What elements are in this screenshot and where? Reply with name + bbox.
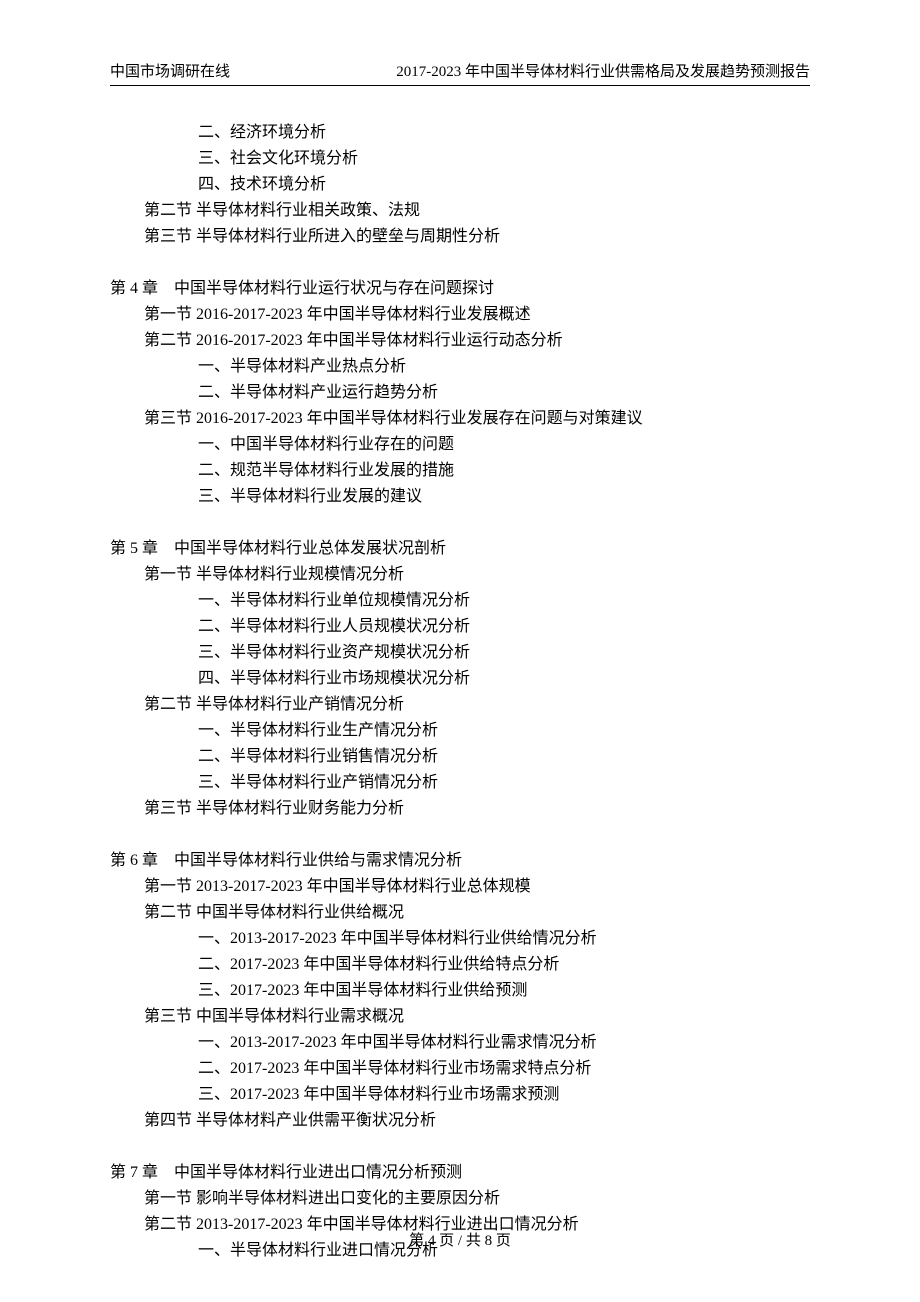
toc-line: 一、半导体材料产业热点分析 (110, 354, 810, 380)
footer-prefix: 第 (409, 1233, 424, 1249)
toc-line: 一、半导体材料行业单位规模情况分析 (110, 588, 810, 614)
toc-line: 四、半导体材料行业市场规模状况分析 (110, 666, 810, 692)
toc-line: 三、2017-2023 年中国半导体材料行业供给预测 (110, 978, 810, 1004)
toc-line: 第三节 中国半导体材料行业需求概况 (110, 1004, 810, 1030)
toc-line: 第三节 半导体材料行业财务能力分析 (110, 796, 810, 822)
toc-line: 第一节 影响半导体材料进出口变化的主要原因分析 (110, 1186, 810, 1212)
footer-total: 8 (485, 1233, 493, 1249)
toc-line: 一、2013-2017-2023 年中国半导体材料行业需求情况分析 (110, 1030, 810, 1056)
toc-line: 二、半导体材料行业销售情况分析 (110, 744, 810, 770)
footer-mid: 页 / 共 (439, 1233, 481, 1249)
toc-line: 第三节 2016-2017-2023 年中国半导体材料行业发展存在问题与对策建议 (110, 406, 810, 432)
toc-line: 三、2017-2023 年中国半导体材料行业市场需求预测 (110, 1082, 810, 1108)
toc-line: 四、技术环境分析 (110, 172, 810, 198)
page-footer: 第 4 页 / 共 8 页 (0, 1229, 920, 1250)
footer-suffix: 页 (496, 1233, 511, 1249)
toc-line: 第二节 半导体材料行业相关政策、法规 (110, 198, 810, 224)
toc-line: 三、社会文化环境分析 (110, 146, 810, 172)
footer-page-num: 4 (428, 1233, 436, 1249)
toc-line: 三、半导体材料行业产销情况分析 (110, 770, 810, 796)
toc-line: 第三节 半导体材料行业所进入的壁垒与周期性分析 (110, 224, 810, 250)
blank-line (110, 510, 810, 536)
toc-line: 第一节 2013-2017-2023 年中国半导体材料行业总体规模 (110, 874, 810, 900)
toc-line: 第二节 2016-2017-2023 年中国半导体材料行业运行动态分析 (110, 328, 810, 354)
toc-line: 二、2017-2023 年中国半导体材料行业市场需求特点分析 (110, 1056, 810, 1082)
toc-line: 第一节 半导体材料行业规模情况分析 (110, 562, 810, 588)
toc-line: 一、半导体材料行业生产情况分析 (110, 718, 810, 744)
toc-line: 第二节 中国半导体材料行业供给概况 (110, 900, 810, 926)
blank-line (110, 250, 810, 276)
toc-line: 第 5 章 中国半导体材料行业总体发展状况剖析 (110, 536, 810, 562)
page-header: 中国市场调研在线 2017-2023 年中国半导体材料行业供需格局及发展趋势预测… (110, 60, 810, 86)
toc-line: 第二节 半导体材料行业产销情况分析 (110, 692, 810, 718)
toc-line: 三、半导体材料行业资产规模状况分析 (110, 640, 810, 666)
toc-line: 一、2013-2017-2023 年中国半导体材料行业供给情况分析 (110, 926, 810, 952)
toc-line: 三、半导体材料行业发展的建议 (110, 484, 810, 510)
blank-line (110, 822, 810, 848)
blank-line (110, 1134, 810, 1160)
toc-line: 第一节 2016-2017-2023 年中国半导体材料行业发展概述 (110, 302, 810, 328)
toc-line: 二、半导体材料产业运行趋势分析 (110, 380, 810, 406)
toc-line: 第四节 半导体材料产业供需平衡状况分析 (110, 1108, 810, 1134)
toc-content: 二、经济环境分析三、社会文化环境分析四、技术环境分析第二节 半导体材料行业相关政… (110, 120, 810, 1264)
toc-line: 二、半导体材料行业人员规模状况分析 (110, 614, 810, 640)
header-left: 中国市场调研在线 (110, 60, 230, 81)
toc-line: 二、经济环境分析 (110, 120, 810, 146)
toc-line: 二、2017-2023 年中国半导体材料行业供给特点分析 (110, 952, 810, 978)
toc-line: 第 7 章 中国半导体材料行业进出口情况分析预测 (110, 1160, 810, 1186)
toc-line: 一、中国半导体材料行业存在的问题 (110, 432, 810, 458)
toc-line: 二、规范半导体材料行业发展的措施 (110, 458, 810, 484)
toc-line: 第 4 章 中国半导体材料行业运行状况与存在问题探讨 (110, 276, 810, 302)
header-right: 2017-2023 年中国半导体材料行业供需格局及发展趋势预测报告 (396, 60, 810, 81)
toc-line: 第 6 章 中国半导体材料行业供给与需求情况分析 (110, 848, 810, 874)
